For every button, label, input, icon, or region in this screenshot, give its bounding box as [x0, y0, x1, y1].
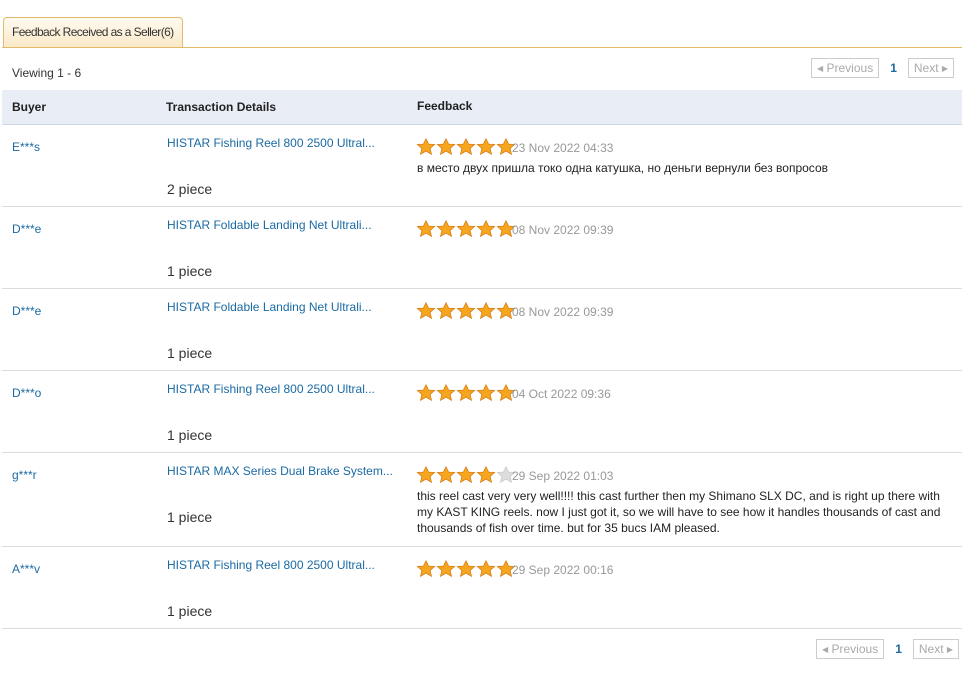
star-icon: [476, 560, 496, 577]
feedback-comment: this reel cast very very well!!!! this c…: [417, 489, 941, 535]
star-icon: [476, 138, 496, 155]
table-row: D***o HISTAR Fishing Reel 800 2500 Ultra…: [2, 371, 962, 453]
previous-button[interactable]: ◀ Previous: [811, 58, 880, 78]
star-icon: [456, 138, 476, 155]
star-icon: [436, 220, 456, 237]
star-icon: [456, 302, 476, 319]
column-header-transaction-details: Transaction Details: [166, 100, 277, 114]
previous-label: Previous: [826, 61, 874, 75]
star-rating: [416, 560, 516, 577]
column-header-feedback: Feedback: [417, 99, 473, 113]
table-header: Buyer Transaction Details Feedback: [2, 90, 962, 125]
star-icon: [416, 384, 436, 401]
feedback-date: 29 Sep 2022 00:16: [512, 563, 614, 577]
star-icon: [436, 466, 456, 483]
table-row: D***e HISTAR Foldable Landing Net Ultral…: [2, 207, 962, 289]
star-rating: [416, 384, 516, 401]
next-button[interactable]: Next ▶: [912, 639, 960, 659]
product-link[interactable]: HISTAR Fishing Reel 800 2500 Ultral...: [167, 136, 375, 150]
product-link[interactable]: HISTAR Fishing Reel 800 2500 Ultral...: [167, 382, 375, 396]
product-link[interactable]: HISTAR Fishing Reel 800 2500 Ultral...: [167, 558, 375, 572]
product-link[interactable]: HISTAR Foldable Landing Net Ultrali...: [167, 300, 372, 314]
star-icon: [436, 302, 456, 319]
table-row: g***r HISTAR MAX Series Dual Brake Syste…: [2, 453, 962, 547]
star-rating: [416, 138, 516, 155]
next-label: Next: [913, 61, 939, 75]
table-row: A***v HISTAR Fishing Reel 800 2500 Ultra…: [2, 547, 962, 629]
star-icon: [416, 302, 436, 319]
tab-bar: Feedback Received as a Seller(6): [2, 0, 962, 48]
feedback-date: 04 Oct 2022 09:36: [512, 387, 611, 401]
column-header-buyer: Buyer: [12, 100, 47, 114]
next-button[interactable]: Next ▶: [907, 58, 955, 78]
star-icon: [436, 138, 456, 155]
buyer-link[interactable]: A***v: [12, 562, 40, 576]
buyer-link[interactable]: D***e: [12, 304, 41, 318]
star-icon: [456, 560, 476, 577]
quantity: 1 piece: [167, 509, 213, 525]
arrow-right-icon: ▶: [946, 645, 954, 654]
star-icon: [456, 466, 476, 483]
quantity: 1 piece: [167, 603, 213, 619]
star-icon: [476, 384, 496, 401]
pagination-bottom: ◀ Previous 1 Next ▶: [816, 639, 960, 659]
previous-button[interactable]: ◀ Previous: [816, 639, 885, 659]
table-row: E***s HISTAR Fishing Reel 800 2500 Ultra…: [2, 125, 962, 207]
quantity: 1 piece: [167, 427, 213, 443]
feedback-comment: в место двух пришла токо одна катушка, н…: [417, 161, 828, 175]
star-icon: [416, 560, 436, 577]
star-rating: [416, 220, 516, 237]
pagination-top: ◀ Previous 1 Next ▶: [811, 58, 955, 78]
product-link[interactable]: HISTAR MAX Series Dual Brake System...: [167, 464, 393, 478]
star-icon: [416, 138, 436, 155]
buyer-link[interactable]: E***s: [12, 140, 40, 154]
buyer-link[interactable]: D***e: [12, 222, 41, 236]
feedback-date: 08 Nov 2022 09:39: [512, 223, 614, 237]
star-rating: [416, 466, 516, 483]
viewing-range: Viewing 1 - 6: [12, 66, 82, 80]
feedback-date: 08 Nov 2022 09:39: [512, 305, 614, 319]
arrow-left-icon: ◀: [822, 645, 829, 654]
table-row: D***e HISTAR Foldable Landing Net Ultral…: [2, 289, 962, 371]
star-icon: [456, 220, 476, 237]
star-rating: [416, 302, 516, 319]
product-link[interactable]: HISTAR Foldable Landing Net Ultrali...: [167, 218, 372, 232]
buyer-link[interactable]: D***o: [12, 386, 41, 400]
tab-feedback-received-as-seller[interactable]: Feedback Received as a Seller(6): [3, 17, 183, 47]
quantity: 1 piece: [167, 345, 213, 361]
feedback-date: 23 Nov 2022 04:33: [512, 141, 614, 155]
buyer-link[interactable]: g***r: [12, 468, 37, 482]
star-icon: [476, 220, 496, 237]
star-icon: [436, 560, 456, 577]
next-label: Next: [918, 642, 944, 656]
quantity: 2 piece: [167, 181, 213, 197]
feedback-date: 29 Sep 2022 01:03: [512, 469, 614, 483]
page-number[interactable]: 1: [890, 61, 897, 75]
previous-label: Previous: [831, 642, 879, 656]
quantity: 1 piece: [167, 263, 213, 279]
arrow-right-icon: ▶: [941, 64, 949, 73]
star-icon: [476, 466, 496, 483]
star-icon: [436, 384, 456, 401]
page-number[interactable]: 1: [895, 642, 902, 656]
star-icon: [416, 466, 436, 483]
arrow-left-icon: ◀: [817, 64, 824, 73]
star-icon: [416, 220, 436, 237]
star-icon: [456, 384, 476, 401]
star-icon: [476, 302, 496, 319]
